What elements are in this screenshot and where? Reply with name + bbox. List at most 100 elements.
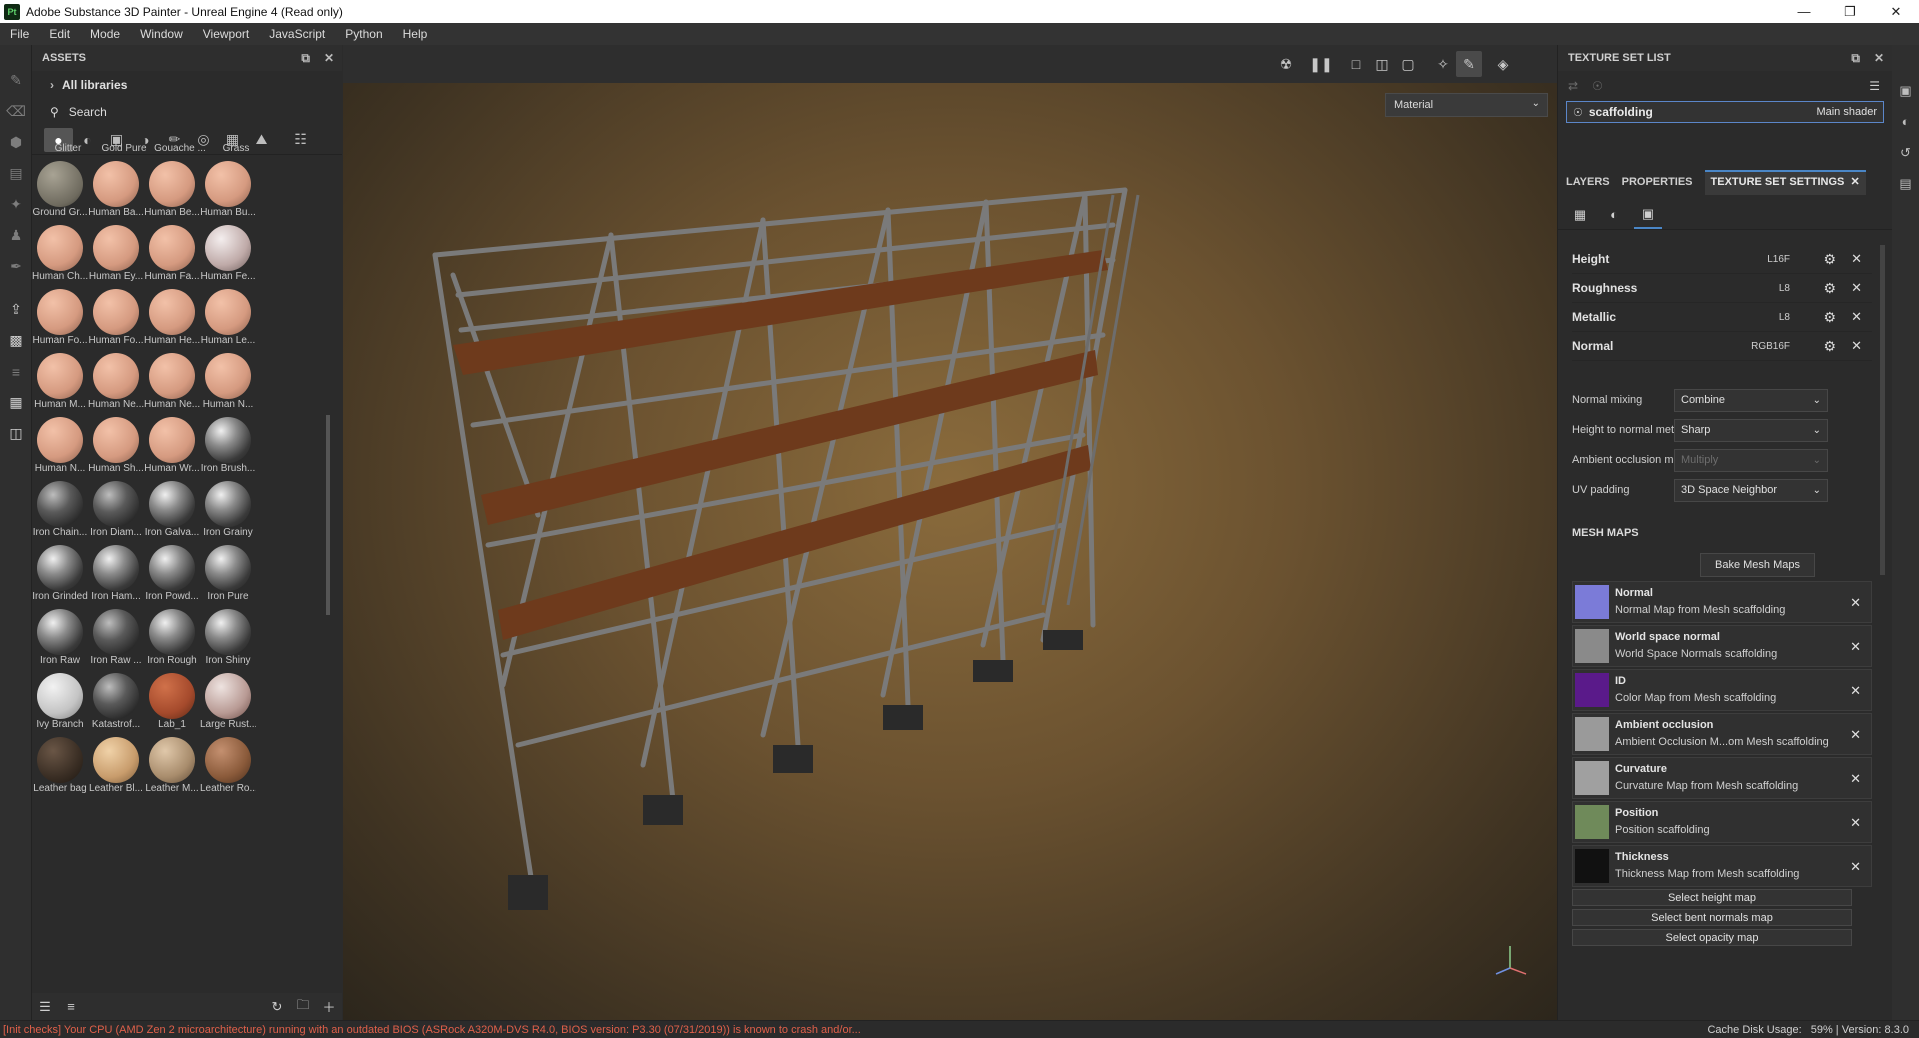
paint-brush-icon[interactable]: ✎ [0, 65, 32, 96]
refresh-icon[interactable]: ↻ [264, 994, 290, 1020]
link-icon[interactable]: ⇄ [1568, 79, 1578, 93]
clone-icon[interactable]: ♟ [0, 220, 32, 251]
float-panel-icon[interactable]: ⧉ [1851, 51, 1860, 66]
remove-icon[interactable]: ✕ [1851, 280, 1862, 296]
3d-viewport[interactable] [343, 45, 1557, 1020]
mesh-map-row[interactable]: World space normal World Space Normals sc… [1572, 625, 1872, 667]
picker-icon[interactable]: ✒ [0, 251, 32, 282]
bake-mesh-maps-button[interactable]: Bake Mesh Maps [1700, 553, 1815, 577]
shader-icon[interactable]: ◐ [1600, 201, 1628, 229]
remove-map-icon[interactable]: ✕ [1850, 727, 1861, 743]
remove-icon[interactable]: ✕ [1851, 251, 1862, 267]
close-panel-icon[interactable]: ✕ [1874, 51, 1884, 65]
export-icon[interactable]: ⇪ [0, 294, 32, 325]
mesh-map-row[interactable]: Ambient occlusion Ambient Occlusion M...o… [1572, 713, 1872, 755]
menu-help[interactable]: Help [393, 27, 438, 41]
asset-tile[interactable]: Leather Ro... [200, 733, 268, 811]
log-icon[interactable]: ▤ [1892, 168, 1919, 199]
gear-icon[interactable]: ⚙ [1823, 309, 1836, 326]
menu-mode[interactable]: Mode [80, 27, 130, 41]
float-panel-icon[interactable]: ⧉ [301, 51, 310, 66]
add-icon[interactable]: ＋ [316, 994, 342, 1020]
uv-padding-select[interactable]: 3D Space Neighbor ⌄ [1674, 478, 1828, 502]
assets-search[interactable]: ⚲ Search [32, 99, 342, 125]
mesh-map-row[interactable]: Position Position scaffolding ✕ [1572, 801, 1872, 843]
menu-icon[interactable]: ☰ [1869, 79, 1880, 93]
search-input[interactable]: Search [69, 105, 107, 119]
texture-set-item[interactable]: ☉ scaffolding Main shader [1566, 101, 1884, 123]
channel-row[interactable]: Metallic L8 ⚙ ✕ [1572, 303, 1872, 332]
select-bent-normals-map-button[interactable]: Select bent normals map [1572, 909, 1852, 926]
remove-map-icon[interactable]: ✕ [1850, 859, 1861, 875]
mesh-map-row[interactable]: Normal Normal Map from Mesh scaffolding ✕ [1572, 581, 1872, 623]
channel-row[interactable]: Roughness L8 ⚙ ✕ [1572, 274, 1872, 303]
mesh-map-row[interactable]: Curvature Curvature Map from Mesh scaffol… [1572, 757, 1872, 799]
folder-icon[interactable]: 🗀 [290, 994, 316, 1020]
eye-icon[interactable]: ☉ [1573, 106, 1583, 119]
remove-icon[interactable]: ✕ [1851, 309, 1862, 325]
tab-properties[interactable]: PROPERTIES [1622, 170, 1693, 195]
menu-javascript[interactable]: JavaScript [259, 27, 335, 41]
remove-map-icon[interactable]: ✕ [1850, 639, 1861, 655]
display-icon[interactable]: ▣ [1892, 75, 1919, 106]
remove-map-icon[interactable]: ✕ [1850, 683, 1861, 699]
viewport-mode-select[interactable]: Material ⌄ [1385, 93, 1548, 117]
texture-set-icon[interactable]: ▦ [1566, 201, 1594, 229]
geometry-mask-icon[interactable]: ▤ [0, 158, 32, 189]
menu-window[interactable]: Window [130, 27, 193, 41]
normal-mixing-select[interactable]: Combine ⌄ [1674, 388, 1828, 412]
gear-icon[interactable]: ⚙ [1823, 280, 1836, 297]
mesh-map-row[interactable]: Thickness Thickness Map from Mesh scaffol… [1572, 845, 1872, 887]
remove-icon[interactable]: ✕ [1851, 338, 1862, 354]
channel-format[interactable]: RGB16F [1751, 341, 1790, 352]
brush-mode-icon[interactable]: ✎ [1456, 51, 1482, 77]
pause-icon[interactable]: ❚❚ [1308, 51, 1334, 77]
tab-layers[interactable]: LAYERS [1566, 170, 1610, 195]
channel-format[interactable]: L16F [1767, 254, 1790, 265]
remove-map-icon[interactable]: ✕ [1850, 815, 1861, 831]
gear-icon[interactable]: ⚙ [1823, 338, 1836, 355]
uv-settings-icon[interactable]: ▣ [1634, 201, 1662, 229]
channel-row[interactable]: Normal RGB16F ⚙ ✕ [1572, 332, 1872, 361]
restore-button[interactable]: ❐ [1827, 0, 1873, 23]
remove-map-icon[interactable]: ✕ [1850, 595, 1861, 611]
bake-icon[interactable]: ▩ [0, 325, 32, 356]
layer-stack-icon[interactable]: ≡ [0, 356, 32, 387]
close-window-button[interactable]: ✕ [1873, 0, 1919, 23]
select-height-map-button[interactable]: Select height map [1572, 889, 1852, 906]
symmetry-icon[interactable]: ✧ [1430, 51, 1456, 77]
filter-list-icon[interactable]: ≡ [58, 994, 84, 1020]
smudge-icon[interactable]: ✦ [0, 189, 32, 220]
shader-settings-icon[interactable]: ◐ [1892, 106, 1919, 137]
3d-view-icon[interactable]: ◫ [1369, 51, 1395, 77]
hide-icon[interactable]: ☢ [1273, 51, 1299, 77]
channel-format[interactable]: L8 [1779, 312, 1790, 323]
menu-viewport[interactable]: Viewport [193, 27, 259, 41]
gear-icon[interactable]: ⚙ [1823, 251, 1836, 268]
history-icon[interactable]: ↺ [1892, 137, 1919, 168]
menu-edit[interactable]: Edit [39, 27, 80, 41]
select-opacity-map-button[interactable]: Select opacity map [1572, 929, 1852, 946]
remove-map-icon[interactable]: ✕ [1850, 771, 1861, 787]
close-tab-icon[interactable]: ✕ [1851, 176, 1860, 188]
menu-python[interactable]: Python [335, 27, 392, 41]
status-message[interactable]: [Init checks] Your CPU (AMD Zen 2 microa… [0, 1024, 861, 1036]
close-panel-icon[interactable]: ✕ [324, 51, 334, 65]
right-panel-scrollbar[interactable] [1880, 245, 1885, 575]
texture-set-shader[interactable]: Main shader [1816, 106, 1877, 118]
projection-icon[interactable]: ⬢ [0, 127, 32, 158]
uv-view-icon[interactable]: □ [1343, 51, 1369, 77]
visibility-icon[interactable]: ☉ [1592, 79, 1603, 93]
display-settings-icon[interactable]: ▦ [0, 387, 32, 418]
tab-texture-set-settings[interactable]: TEXTURE SET SETTINGS ✕ [1704, 170, 1866, 195]
channel-format[interactable]: L8 [1779, 283, 1790, 294]
channel-row[interactable]: Height L16F ⚙ ✕ [1572, 245, 1872, 274]
height-to-normal-select[interactable]: Sharp ⌄ [1674, 418, 1828, 442]
mesh-map-row[interactable]: ID Color Map from Mesh scaffolding ✕ [1572, 669, 1872, 711]
shelf-icon[interactable]: ◫ [0, 418, 32, 449]
eraser-icon[interactable]: ⌫ [0, 96, 32, 127]
list-view-icon[interactable]: ☰ [32, 994, 58, 1020]
screenshot-icon[interactable]: ◈ [1490, 51, 1516, 77]
assets-scrollbar[interactable] [326, 415, 330, 615]
camera-icon[interactable]: ▢ [1395, 51, 1421, 77]
